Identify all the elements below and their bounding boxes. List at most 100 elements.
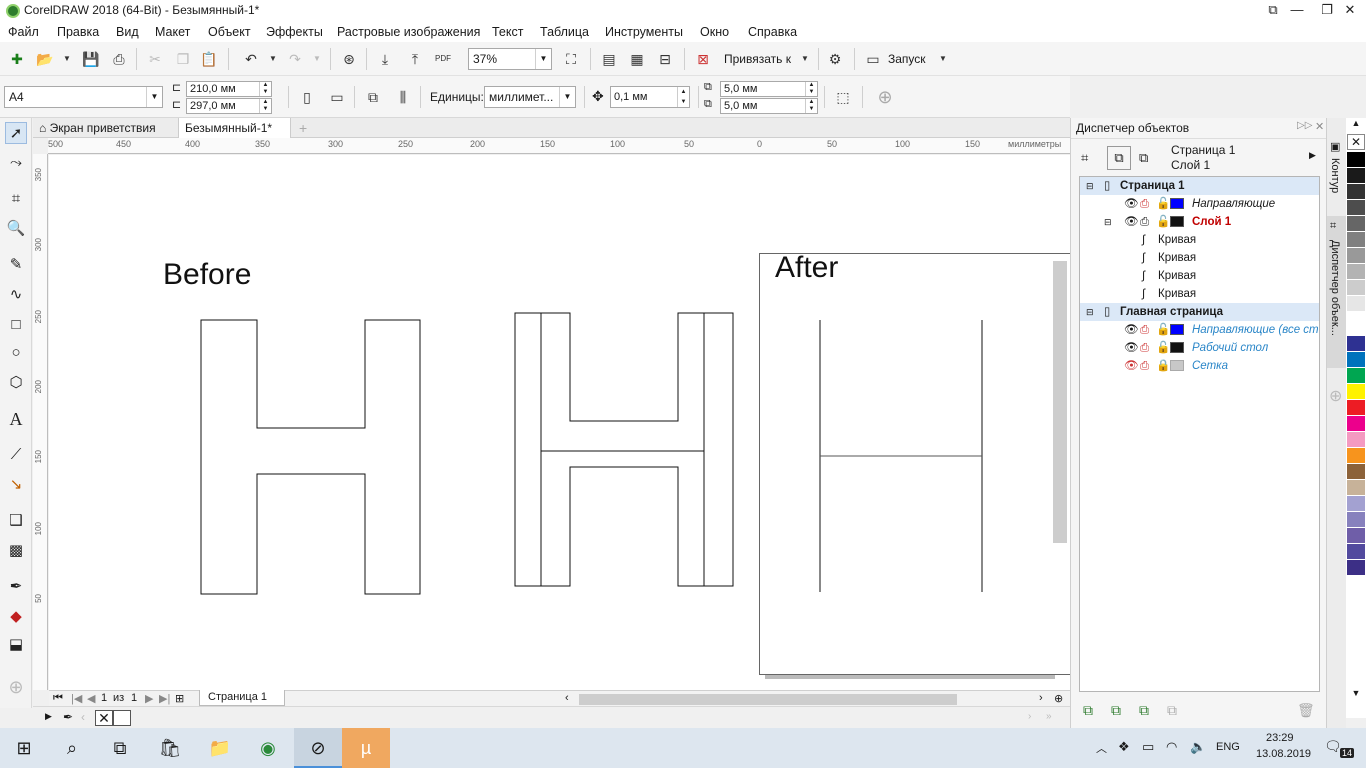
chevron-left-icon[interactable]: ‹ <box>81 710 85 724</box>
show-guidelines-icon[interactable]: ⊟ <box>654 48 676 70</box>
add-icon[interactable]: ⊕ <box>874 86 896 108</box>
undo-icon[interactable]: ↶ <box>240 48 262 70</box>
duplicate-x-field[interactable]: 5,0 мм ▲ ▼ <box>720 81 818 97</box>
dropbox-icon[interactable]: ❖ <box>1118 739 1130 755</box>
tray-chevron-icon[interactable]: ︿ <box>1096 740 1107 756</box>
palette-swatch[interactable] <box>1347 248 1365 264</box>
spin-arrows-icon[interactable]: ▲ ▼ <box>259 82 271 96</box>
close-button[interactable]: ✕ <box>1334 0 1366 22</box>
duplicate-y-field[interactable]: 5,0 мм ▲ ▼ <box>720 98 818 114</box>
all-pages-icon[interactable]: ⧉ <box>362 86 384 108</box>
redo-dropdown-chevron-icon[interactable]: ▼ <box>306 48 328 70</box>
palette-swatch[interactable] <box>1347 152 1365 168</box>
parallel-dimension-icon[interactable]: ⟋ <box>5 444 27 466</box>
launcher-icon[interactable]: ▭ <box>862 48 884 70</box>
tab-contour[interactable]: Контур <box>1329 158 1341 193</box>
spin-arrows-icon[interactable]: ▲ ▼ <box>805 99 817 113</box>
browser-icon[interactable]: ◉ <box>244 728 292 768</box>
zoom-combo[interactable]: 37% ▼ <box>468 48 552 70</box>
prev-page-icon[interactable]: ◀ <box>87 692 95 705</box>
launch-menu[interactable]: Запуск <box>888 52 926 66</box>
clock-date[interactable]: 13.08.2019 <box>1256 748 1311 760</box>
tree-row-guides[interactable]: 👁 ⎙ 🔓 Направляющие <box>1080 195 1319 213</box>
freehand-tool-icon[interactable]: ✎ <box>5 254 27 276</box>
save-icon[interactable]: 💾 <box>80 48 102 70</box>
menu-view[interactable]: Вид <box>116 25 139 39</box>
zoom-to-page-icon[interactable]: ⊕ <box>1054 692 1063 705</box>
coreldraw-taskbar-icon[interactable]: ⊘ <box>294 728 342 768</box>
palette-swatch[interactable] <box>1347 480 1365 496</box>
palette-swatch[interactable] <box>1347 400 1365 416</box>
menu-text[interactable]: Текст <box>492 25 523 39</box>
menu-window[interactable]: Окно <box>700 25 729 39</box>
zoom-tool-icon[interactable]: 🔍 <box>5 218 27 240</box>
delete-trash-icon[interactable]: 🗑 <box>1297 702 1315 719</box>
drop-shadow-icon[interactable]: ❑ <box>5 510 27 532</box>
artistic-media-icon[interactable]: ∿ <box>5 284 27 306</box>
open-dropdown-chevron-icon[interactable]: ▼ <box>56 48 78 70</box>
tree-row-master-guides[interactable]: 👁 ⎙ 🔓 Направляющие (все ст <box>1080 321 1319 339</box>
file-explorer-icon[interactable]: 📁 <box>196 728 244 768</box>
palette-swatch[interactable] <box>1347 432 1365 448</box>
current-page-icon[interactable]: ⫼ <box>392 86 414 108</box>
page-width-field[interactable]: 210,0 мм ▲ ▼ <box>186 81 272 97</box>
open-icon[interactable]: 📂 <box>34 48 56 70</box>
horizontal-ruler[interactable]: 500 450 400 350 300 250 200 150 100 50 0… <box>48 138 1070 154</box>
lock-icon[interactable]: 🔓 <box>1156 213 1170 231</box>
print-icon[interactable]: ⎙ <box>1140 339 1149 357</box>
palette-swatch[interactable] <box>1347 496 1365 512</box>
palette-swatch[interactable] <box>1347 312 1365 328</box>
task-view-icon[interactable]: ⧉ <box>96 728 144 768</box>
print-icon[interactable]: ⎙ <box>1140 321 1149 339</box>
palette-swatch[interactable] <box>1347 544 1365 560</box>
paste-icon[interactable]: 📋 <box>198 48 220 70</box>
spin-arrows-icon[interactable]: ▲ ▼ <box>259 99 271 113</box>
copy-icon[interactable]: ❐ <box>172 48 194 70</box>
palette-swatch[interactable] <box>1347 352 1365 368</box>
palette-swatch[interactable] <box>1347 528 1365 544</box>
palette-end-icon[interactable]: » <box>1046 711 1052 722</box>
palette-down-icon[interactable]: ▼ <box>1347 688 1365 702</box>
eyedropper-small-icon[interactable]: ✒ <box>63 710 73 724</box>
palette-swatch[interactable] <box>1347 464 1365 480</box>
rectangle-tool-icon[interactable]: □ <box>5 314 27 336</box>
snap-to-menu[interactable]: Привязать к <box>724 52 791 66</box>
new-tab-icon[interactable]: + <box>293 118 307 138</box>
first-page-arrow-icon[interactable]: |◀ <box>71 692 82 705</box>
docker-expand-icon[interactable]: ▷▷ <box>1297 120 1312 131</box>
new-layer-icon[interactable]: ⧉ <box>1083 702 1093 719</box>
palette-swatch[interactable] <box>1347 560 1365 576</box>
tree-row-curve[interactable]: ∫ Кривая <box>1080 231 1319 249</box>
last-page-icon[interactable]: ▶| <box>159 692 170 705</box>
redo-icon[interactable]: ↷ <box>284 48 306 70</box>
palette-swatch[interactable] <box>1347 336 1365 352</box>
show-grid-icon[interactable]: ▦ <box>626 48 648 70</box>
polygon-tool-icon[interactable]: ⬡ <box>5 372 27 394</box>
snap-chevron-down-icon[interactable]: ▼ <box>794 48 816 70</box>
menu-table[interactable]: Таблица <box>540 25 589 39</box>
add-docker-icon[interactable]: ⊕ <box>1329 386 1342 406</box>
page-tab[interactable]: Страница 1 <box>199 690 285 706</box>
print-icon[interactable]: ⎙ <box>108 48 130 70</box>
menu-bitmaps[interactable]: Растровые изображения <box>337 25 480 39</box>
lock-icon[interactable]: 🔓 <box>1156 195 1170 213</box>
tab-document[interactable]: Безымянный-1* <box>178 118 291 138</box>
add-page-icon[interactable]: ⊞ <box>175 692 184 705</box>
tab-object-manager[interactable]: Диспетчер объек... <box>1329 240 1341 336</box>
tab-welcome[interactable]: ⌂ Экран приветствия <box>33 118 178 138</box>
next-page-icon[interactable]: ▶ <box>145 692 153 705</box>
pick-tool-icon[interactable]: ➚ <box>5 122 27 144</box>
export-icon[interactable]: ⤒ <box>404 48 426 70</box>
no-color-swatch-icon[interactable]: ✕ <box>1347 134 1365 150</box>
eye-icon[interactable]: 👁 <box>1124 339 1139 357</box>
options-gear-icon[interactable]: ⚙ <box>824 48 846 70</box>
language-indicator[interactable]: ENG <box>1216 741 1240 753</box>
shape-tool-icon[interactable]: ⤳ <box>5 152 27 174</box>
search-icon[interactable]: ⌕ <box>48 728 96 768</box>
publish-pdf-icon[interactable]: PDF <box>432 48 454 70</box>
landscape-icon[interactable]: ▭ <box>326 86 348 108</box>
tree-row-grid[interactable]: 👁 ⎙ 🔒 Сетка <box>1080 357 1319 375</box>
tree-row-curve[interactable]: ∫ Кривая <box>1080 249 1319 267</box>
palette-swatch[interactable] <box>1347 168 1365 184</box>
menu-object[interactable]: Объект <box>208 25 251 39</box>
